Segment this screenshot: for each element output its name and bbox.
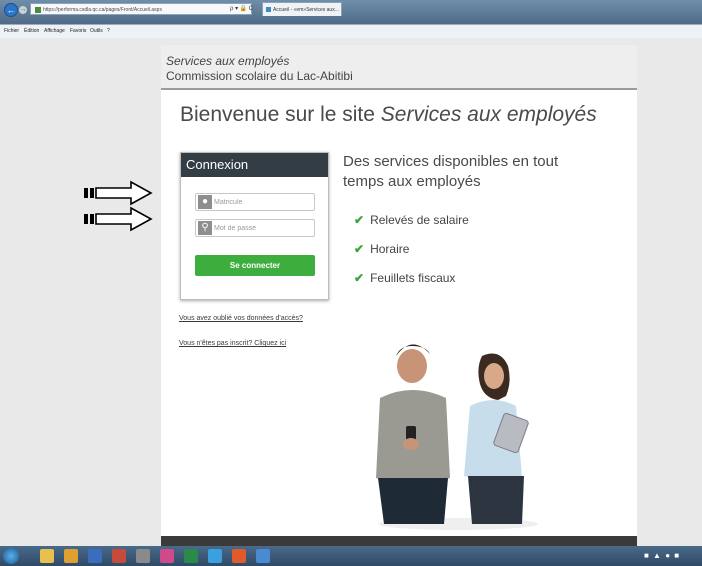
site-header-subtitle: Commission scolaire du Lac-Abitibi	[166, 69, 353, 83]
explorer-icon[interactable]	[64, 549, 78, 563]
menu-edition[interactable]: Édition	[24, 25, 39, 38]
folder-icon[interactable]	[40, 549, 54, 563]
employees-photo	[376, 344, 538, 530]
back-arrow-icon[interactable]: ←	[4, 3, 18, 17]
taskbar: ■ ▲ ● ■	[0, 546, 702, 566]
register-link[interactable]: Vous n'êtes pas inscrit? Cliquez ici	[179, 340, 286, 347]
service-item: ✔ Horaire	[354, 242, 409, 256]
check-icon: ✔	[354, 242, 365, 256]
browser-tab[interactable]: Accueil - «em»Services aux...	[262, 2, 342, 16]
services-title: Des services disponibles en tout temps a…	[343, 153, 559, 190]
forgot-credentials-link[interactable]: Vous avez oublié vos données d'accès?	[179, 315, 303, 322]
user-icon: ●	[198, 195, 212, 209]
menu-fichier[interactable]: Fichier	[4, 25, 19, 38]
menu-favoris[interactable]: Favoris	[70, 25, 86, 38]
forward-arrow-icon[interactable]: →	[19, 6, 27, 14]
internet-explorer-icon[interactable]	[208, 549, 222, 563]
excel-icon[interactable]	[184, 549, 198, 563]
site-favicon-icon	[35, 6, 41, 13]
word-icon[interactable]	[88, 549, 102, 563]
tab-title: Accueil - «em»Services aux...	[273, 7, 339, 13]
service-label: Horaire	[370, 242, 410, 256]
check-icon: ✔	[354, 213, 365, 227]
tab-favicon-icon	[266, 7, 271, 13]
menu-help[interactable]: ?	[107, 25, 110, 38]
site-header: Services aux employés Commission scolair…	[161, 45, 637, 90]
username-input[interactable]	[214, 195, 312, 209]
password-field[interactable]: ⚲	[195, 219, 315, 237]
page-footer	[161, 536, 637, 546]
service-label: Relevés de salaire	[370, 213, 469, 227]
app-icon[interactable]	[256, 549, 270, 563]
system-tray[interactable]: ■ ▲ ● ■	[644, 551, 680, 560]
address-tools[interactable]: ρ ▾ 🔒 C	[230, 3, 253, 15]
address-bar[interactable]: https://performa.csdla.qc.ca/pages/Front…	[30, 3, 252, 15]
app-icon[interactable]	[136, 549, 150, 563]
paint-icon[interactable]	[160, 549, 174, 563]
login-panel: Connexion ● ⚲ Se connecter	[180, 152, 329, 300]
annotation-arrow-icon	[84, 180, 153, 206]
menu-affichage[interactable]: Affichage	[44, 25, 65, 38]
start-button-icon[interactable]	[3, 548, 19, 564]
address-text: https://performa.csdla.qc.ca/pages/Front…	[43, 7, 162, 13]
site-header-title: Services aux employés	[166, 54, 290, 68]
service-label: Feuillets fiscaux	[370, 271, 456, 285]
login-title: Connexion	[181, 153, 328, 177]
key-icon: ⚲	[198, 221, 212, 235]
service-item: ✔ Relevés de salaire	[354, 213, 469, 227]
chrome-icon[interactable]	[232, 549, 246, 563]
service-item: ✔ Feuillets fiscaux	[354, 271, 455, 285]
menu-outils[interactable]: Outils	[90, 25, 103, 38]
username-field[interactable]: ●	[195, 193, 315, 211]
check-icon: ✔	[354, 271, 365, 285]
menu-bar: Fichier Édition Affichage Favoris Outils…	[0, 25, 702, 39]
page-title-emphasis: Services aux employés	[380, 103, 597, 126]
page-title-prefix: Bienvenue sur le site	[180, 103, 381, 126]
annotation-arrow-icon	[84, 206, 153, 232]
password-input[interactable]	[214, 221, 312, 235]
page-title: Bienvenue sur le site Services aux emplo…	[180, 103, 597, 127]
login-button[interactable]: Se connecter	[195, 255, 315, 276]
powerpoint-icon[interactable]	[112, 549, 126, 563]
